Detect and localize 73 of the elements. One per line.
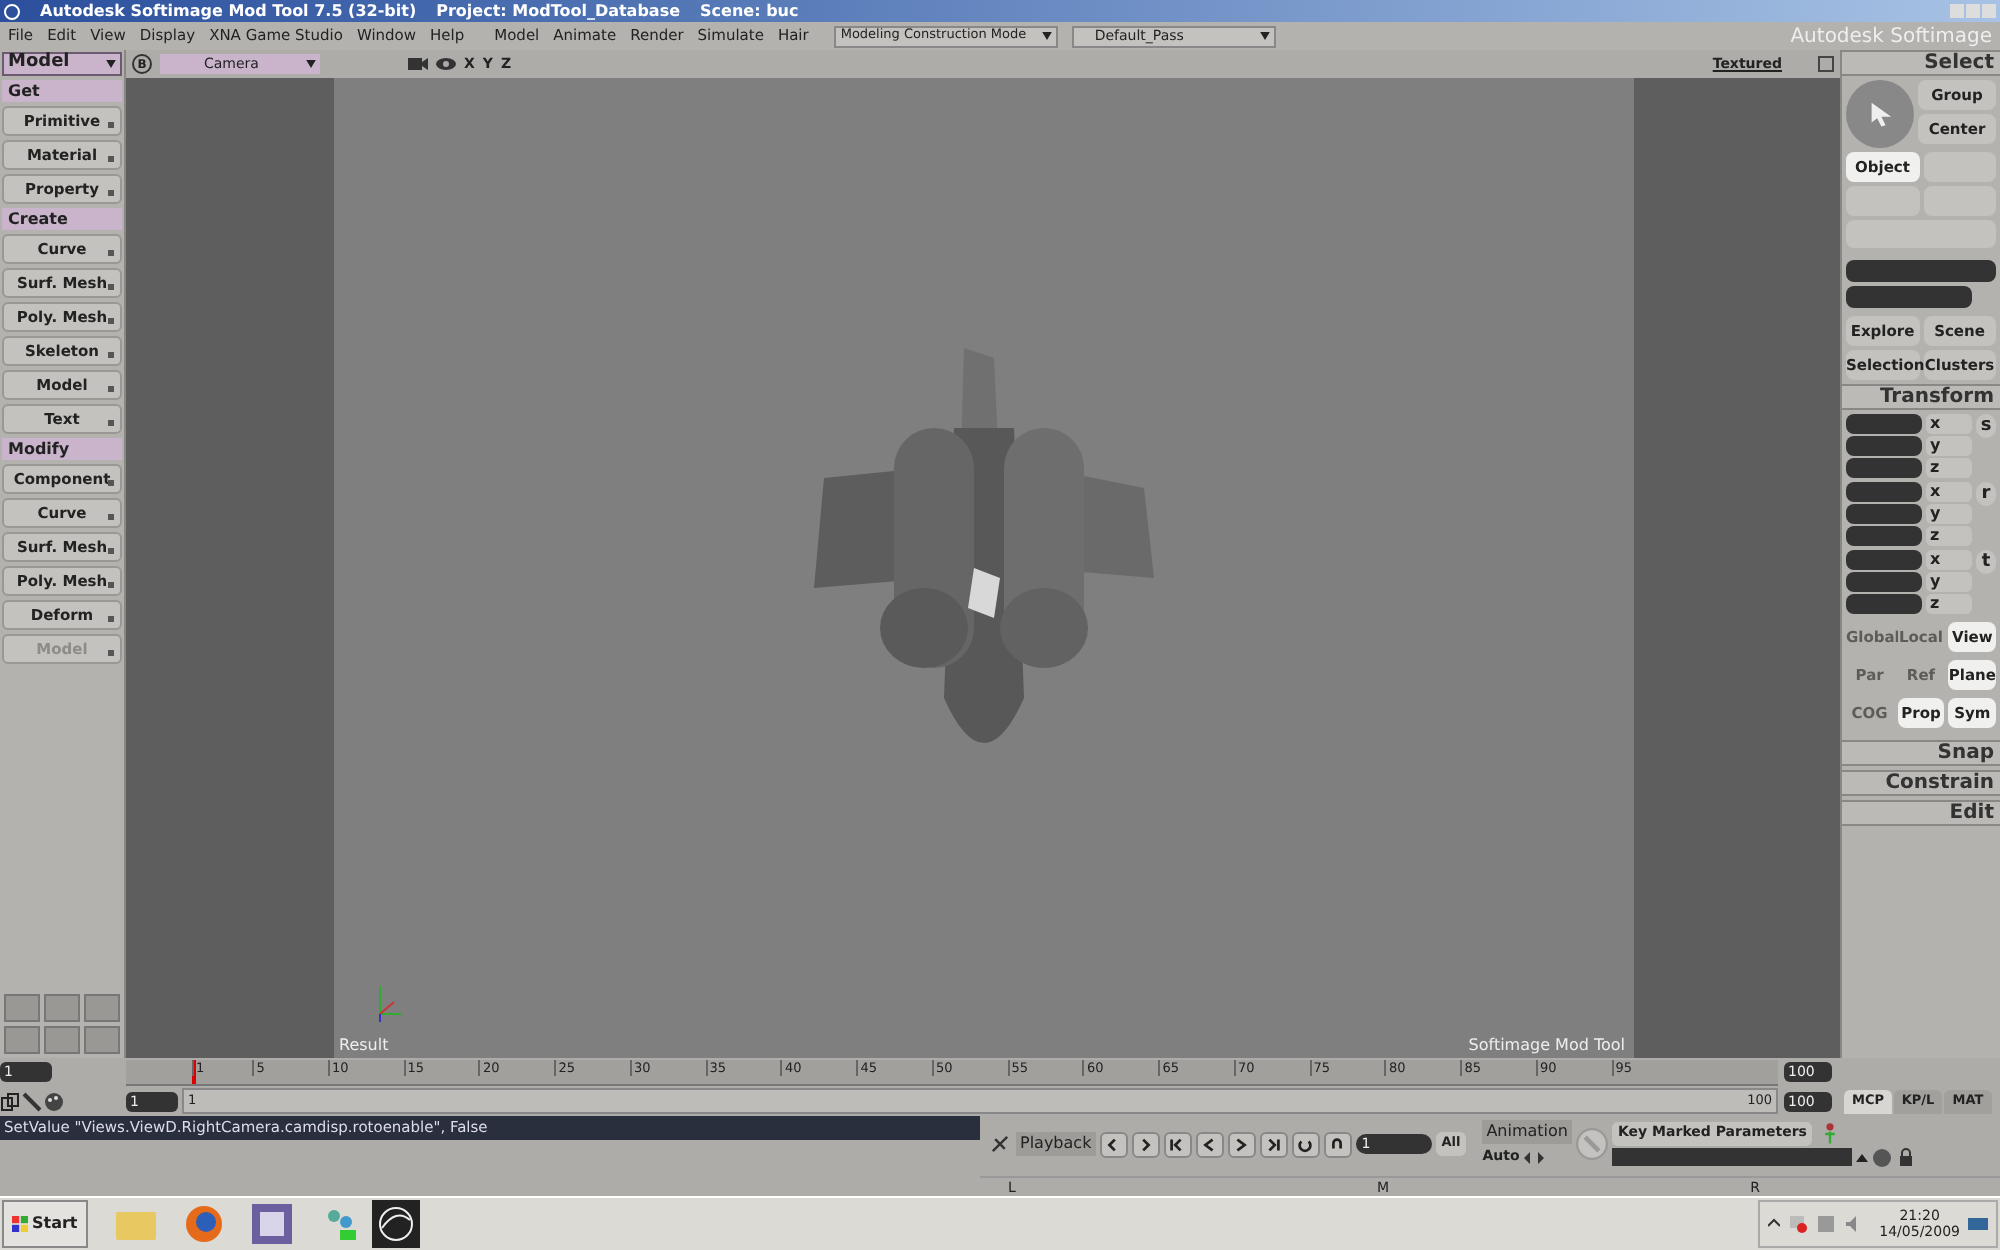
first-frame-icon[interactable]: [1163, 1131, 1192, 1157]
dropdown-caret-icon: [306, 60, 316, 68]
keying-set-field[interactable]: [1612, 1148, 1852, 1166]
softimage-task-icon[interactable]: [371, 1200, 420, 1248]
select-arrow-button[interactable]: [1846, 80, 1914, 148]
module-dropdown[interactable]: Model: [2, 52, 122, 76]
camera-icon[interactable]: [408, 56, 428, 72]
transform-field[interactable]: [1846, 414, 1922, 434]
playback-menu[interactable]: Playback: [1016, 1132, 1096, 1156]
application-icon[interactable]: [251, 1204, 292, 1244]
selection-field[interactable]: [1846, 260, 1996, 282]
step-arrows-icon: [1523, 1151, 1544, 1163]
transform-field[interactable]: [1846, 436, 1922, 456]
panel-section-header[interactable]: Snap: [1842, 740, 2000, 766]
axis-button[interactable]: x: [1926, 550, 1972, 570]
eye-icon[interactable]: [436, 56, 456, 72]
scene-name: Scene: buc: [700, 0, 799, 23]
window-title: Autodesk Softimage Mod Tool 7.5 (32-bit): [40, 0, 417, 23]
transform-mode-button[interactable]: r: [1976, 482, 1996, 506]
last-frame-icon[interactable]: [1259, 1131, 1288, 1157]
axis-button[interactable]: y: [1926, 504, 1972, 524]
section-header: Get: [2, 80, 122, 102]
axis-button[interactable]: y: [1926, 572, 1972, 592]
dropdown-caret-icon: [106, 60, 116, 68]
panel-section-header[interactable]: Edit: [1842, 800, 2000, 826]
transform-field[interactable]: [1846, 458, 1922, 478]
transform-field[interactable]: [1846, 572, 1922, 592]
loop-icon[interactable]: [1291, 1131, 1320, 1157]
panel-section-header[interactable]: Transform: [1842, 384, 2000, 410]
next-key-icon[interactable]: [1131, 1131, 1160, 1157]
viewport-label: Result: [339, 1034, 389, 1058]
clear-icon[interactable]: [1872, 1147, 1892, 1167]
cursor-icon: [1866, 100, 1894, 128]
browser-icon[interactable]: [183, 1204, 224, 1244]
transform-field[interactable]: [1846, 482, 1922, 502]
filter-field[interactable]: [1846, 286, 1972, 308]
windows-logo-icon: [12, 1216, 28, 1232]
animation-menu[interactable]: Animation: [1482, 1120, 1572, 1144]
axis-button[interactable]: z: [1926, 458, 1972, 478]
transform-mode-button[interactable]: t: [1976, 550, 1996, 574]
palette-icon[interactable]: [44, 1091, 64, 1111]
axis-button[interactable]: z: [1926, 594, 1972, 614]
nodes-icon[interactable]: [0, 1091, 20, 1111]
transform-field[interactable]: [1846, 526, 1922, 546]
viewport-watermark: Softimage Mod Tool: [1468, 1034, 1625, 1058]
axis-button[interactable]: x: [1926, 482, 1972, 502]
maximize-view-icon[interactable]: [1818, 56, 1834, 72]
section-header: Create: [2, 208, 122, 230]
transform-field[interactable]: [1846, 594, 1922, 614]
transform-field[interactable]: [1846, 504, 1922, 524]
panel-section-header[interactable]: Constrain: [1842, 770, 2000, 796]
transform-field[interactable]: [1846, 550, 1922, 570]
time-range-slider[interactable]: [184, 1090, 1776, 1112]
show-desktop-icon[interactable]: [1968, 1214, 1988, 1234]
prev-key-icon[interactable]: [1099, 1131, 1128, 1157]
project-name: Project: ModTool_Database: [436, 0, 681, 23]
play-icon[interactable]: [1227, 1131, 1256, 1157]
panel-section-header[interactable]: Select: [1842, 50, 2000, 76]
lock-icon[interactable]: [1896, 1147, 1916, 1167]
dropdown-caret-icon: [1260, 32, 1271, 40]
section-header: Modify: [2, 438, 122, 460]
show-hidden-icon[interactable]: [1767, 1218, 1780, 1230]
audio-icon[interactable]: [1323, 1131, 1352, 1157]
app-logo-icon: [4, 3, 20, 19]
axis-button[interactable]: z: [1926, 526, 1972, 546]
dropdown-caret-icon: [1042, 32, 1053, 40]
brand-name: Autodesk Softimage: [1790, 23, 1992, 51]
axis-button[interactable]: x: [1926, 414, 1972, 434]
transform-mode-button[interactable]: s: [1976, 414, 1996, 438]
caret-icon[interactable]: [1856, 1151, 1868, 1163]
axis-button[interactable]: y: [1926, 436, 1972, 456]
step-back-icon[interactable]: [1195, 1131, 1224, 1157]
start-button[interactable]: Start: [2, 1200, 88, 1248]
